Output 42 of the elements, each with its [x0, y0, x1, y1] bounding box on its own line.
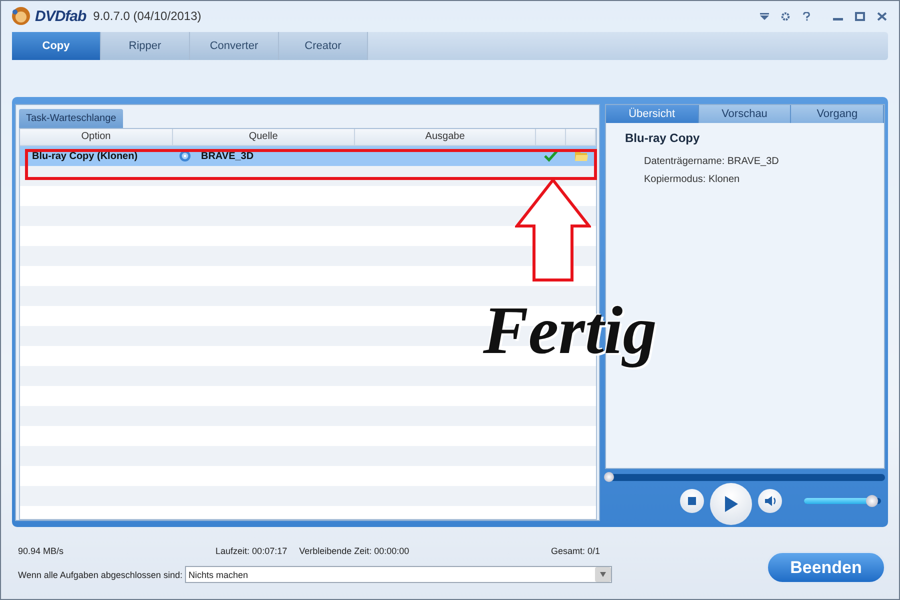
speaker-icon [764, 496, 776, 506]
play-button[interactable] [710, 483, 752, 525]
logo-icon [11, 6, 31, 26]
version-text: 9.0.7.0 (04/10/2013) [93, 9, 202, 23]
option-cell-text: Blu-ray Copy (Klonen) [31, 150, 139, 162]
close-icon[interactable] [877, 12, 887, 20]
details-tab[interactable]: Übersicht [606, 105, 699, 123]
volume-slider[interactable] [804, 498, 881, 504]
remaining-text: Verbleibende Zeit: 00:00:00 [299, 546, 410, 556]
maximize-icon[interactable] [855, 12, 865, 20]
details-tab[interactable]: Vorschau [698, 105, 792, 123]
elapsed-text: Laufzeit: 00:07:17 [216, 546, 288, 556]
mode-tab[interactable]: Copy [12, 32, 101, 60]
play-icon [724, 496, 738, 512]
column-header: Option [20, 129, 173, 145]
app-logo: DVDfab [35, 8, 86, 24]
total-text: Gesamt: 0/1 [550, 546, 600, 556]
seek-thumb[interactable] [604, 472, 614, 482]
after-label: Wenn alle Aufgaben abgeschlossen sind: [18, 570, 182, 580]
mode-tab[interactable]: Converter [190, 32, 279, 60]
mode-tab[interactable]: Creator [279, 32, 368, 60]
mode-tab[interactable]: Ripper [101, 32, 190, 60]
stop-button[interactable] [680, 489, 704, 513]
settings-icon[interactable] [781, 12, 790, 20]
source-cell: BRAVE_3D [200, 150, 254, 162]
details-tab[interactable]: Vorgang [791, 105, 884, 123]
disc-icon [178, 150, 191, 162]
volume-button[interactable] [758, 489, 782, 513]
details-text: Kopiermodus: Klonen [643, 173, 741, 185]
stop-icon [688, 497, 696, 505]
details-text: Datenträgername: BRAVE_3D [643, 155, 780, 167]
seek-bar[interactable] [605, 474, 885, 481]
dropdown-menu-icon[interactable] [760, 12, 769, 20]
help-icon[interactable] [802, 12, 811, 20]
details-title: Blu-ray Copy [624, 130, 701, 145]
speed-text: 90.94 MB/s [18, 546, 64, 556]
quit-button[interactable]: Beenden [766, 551, 886, 584]
folder-icon[interactable] [574, 151, 588, 161]
column-header: Quelle [172, 129, 355, 145]
column-header: Ausgabe [354, 129, 536, 145]
after-dropdown[interactable]: Nichts machen [185, 566, 612, 583]
queue-tab[interactable]: Task-Warteschlange [19, 109, 124, 128]
